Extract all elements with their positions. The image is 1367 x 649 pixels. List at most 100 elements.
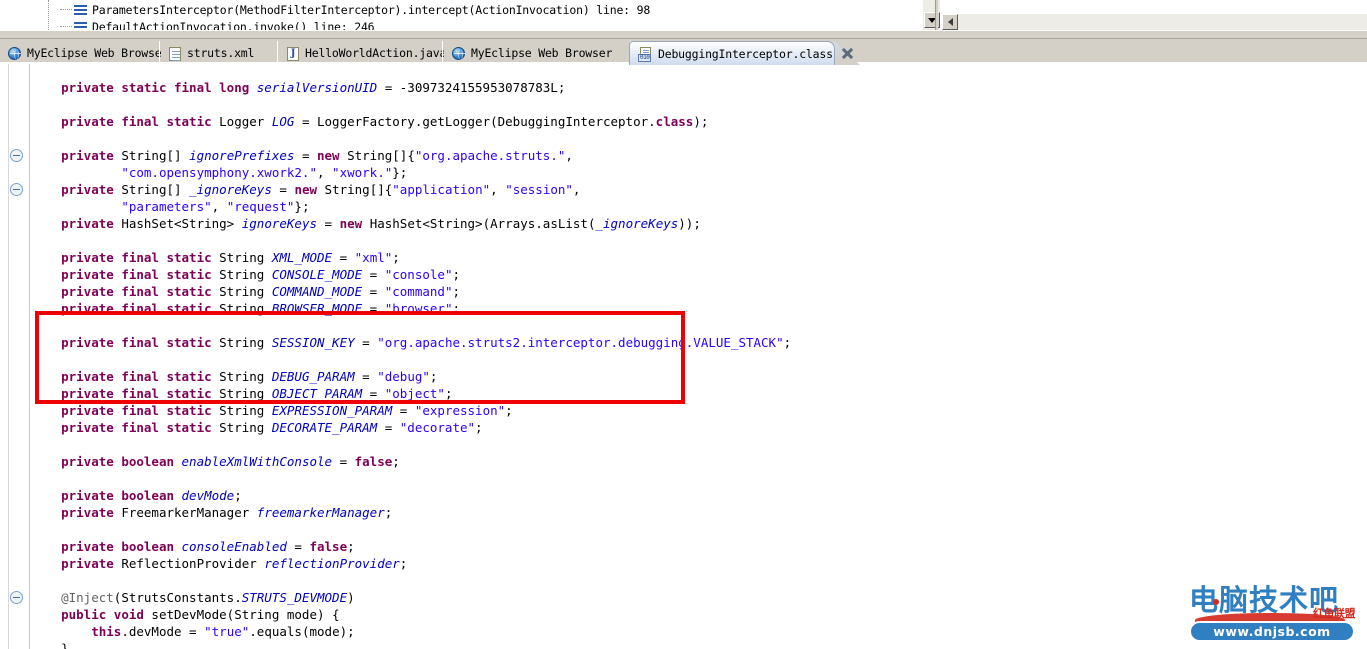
code-token: String[]{ [324,182,393,197]
code-token: "com.opensymphony.xwork2." [121,165,317,180]
code-line: private boolean consoleEnabled = false; [31,538,1367,555]
class-file-icon: 010 [638,47,652,62]
code-token: String [219,403,272,418]
code-token: "console" [384,267,453,282]
code-token: new [317,148,348,163]
code-token: new [339,216,370,231]
code-token: false [354,454,393,469]
watermark: 电脑技术吧 红鱼联盟 www.dnjsb.com [1185,583,1361,645]
code-token: } [31,641,69,649]
code-token: String [219,284,272,299]
code-token: "debug" [377,369,430,384]
fold-collapse-icon[interactable] [10,183,23,196]
code-token: _ignoreKeys [595,216,679,231]
code-token: private final static [61,267,220,282]
code-token: private final static [61,335,220,350]
code-token: , [316,165,333,180]
code-token: private final static [61,284,220,299]
code-token: private [61,148,122,163]
code-token: "decorate" [399,420,476,435]
watermark-subtitle: 红鱼联盟 [1313,607,1356,620]
tab-label: MyEclipse Web Browser [471,46,613,60]
scroll-left-button[interactable] [942,14,958,30]
code-token: private final static [61,301,220,316]
stack-frame-icon [74,4,87,16]
code-token: ; [783,335,792,350]
code-token: this [91,624,122,639]
code-token: = [332,250,355,265]
globe-icon [452,47,465,60]
code-token: OBJECT_PARAM [271,386,363,401]
code-token: false [309,539,348,554]
globe-icon [8,47,21,60]
code-token: getLogger [422,114,491,129]
tree-branch-icon [60,26,72,27]
code-token: consoleEnabled [181,539,287,554]
code-token: "application" [392,182,491,197]
code-token: new [294,182,325,197]
code-line: private FreemarkerManager freemarkerMana… [31,504,1367,521]
code-token: BROWSER_MODE [271,301,363,316]
code-token: private final static [61,250,220,265]
stack-frame-row[interactable]: ParametersInterceptor(MethodFilterInterc… [60,1,650,18]
code-token: String[]{ [347,148,415,163]
code-token: freemarkerManager [256,505,385,520]
code-token: SESSION_KEY [271,335,355,350]
code-token: ; [452,301,460,316]
fold-collapse-icon[interactable] [10,149,23,162]
tab-debugginginterceptor-class[interactable]: 010 DebuggingInterceptor.class [629,41,835,65]
code-token: "browser" [384,301,453,316]
code-token: private boolean [61,454,182,469]
code-token: ) [347,590,355,605]
code-token: private boolean [61,539,182,554]
code-token: private boolean [61,488,182,503]
code-token: ; [347,539,355,554]
code-token: = -3097324155953078783L; [377,80,566,95]
code-token: .devMode = [121,624,205,639]
stack-panel-horizontal-scrollbar[interactable] [942,13,1367,30]
code-line: private ReflectionProvider reflectionPro… [31,555,1367,572]
code-token: "parameters" [121,199,212,214]
code-line: private final static String OBJECT_PARAM… [31,385,1367,402]
watermark-dot [1213,599,1219,605]
code-token: )); [678,216,701,231]
code-line: public void setDevMode(String mode) { [31,606,1367,623]
code-token: EXPRESSION_PARAM [271,403,393,418]
code-token: private static final long [61,80,257,95]
code-token: = [332,454,355,469]
code-token: private [61,505,122,520]
code-token: Logger [219,114,272,129]
watermark-url-bar: www.dnjsb.com [1189,621,1355,642]
code-token: = [354,369,378,384]
code-token: ; [429,369,438,384]
code-token: private final static [61,386,220,401]
code-token: , [565,148,573,163]
code-token: ; [392,250,400,265]
eclipse-debug-window: ParametersInterceptor(MethodFilterInterc… [0,0,1367,649]
code-token: _ignoreKeys [189,182,272,197]
code-line: private final static String EXPRESSION_P… [31,402,1367,419]
java-file-icon: J [287,46,299,61]
editor-gutter[interactable] [0,64,30,649]
code-token: String [219,267,272,282]
code-token: devMode [181,488,235,503]
code-token: String [219,301,272,316]
code-token: String [219,369,272,384]
code-token: serialVersionUID [256,80,378,95]
code-line: private boolean devMode; [31,487,1367,504]
tab-label: DebuggingInterceptor.class [658,46,833,61]
code-editor[interactable]: private static final long serialVersionU… [0,64,1367,649]
code-token: String [219,335,272,350]
fold-collapse-icon[interactable] [10,591,23,604]
source-code-text[interactable]: private static final long serialVersionU… [31,64,1367,649]
close-icon[interactable] [841,47,854,60]
